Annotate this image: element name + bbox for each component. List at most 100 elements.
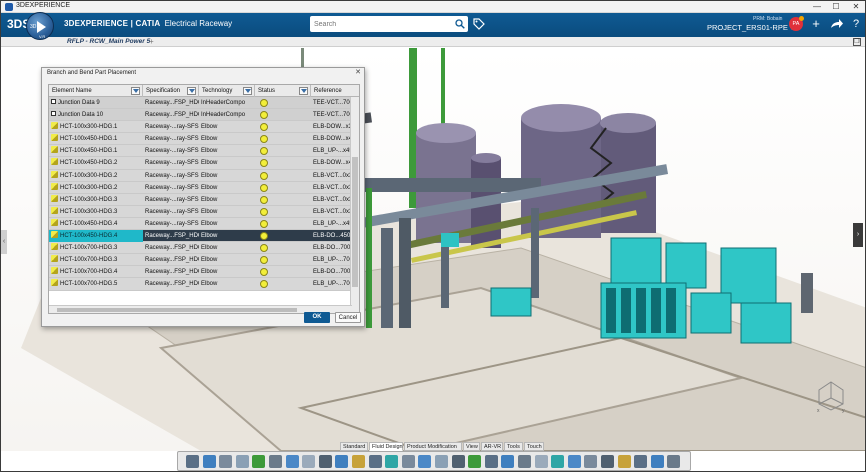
- help-icon[interactable]: ?: [848, 16, 864, 32]
- action-tab[interactable]: Standard: [340, 442, 368, 451]
- share-icon[interactable]: [828, 16, 844, 32]
- project-selector[interactable]: PROJECT_ERS01-RPE ▾: [707, 23, 794, 32]
- add-icon[interactable]: +: [808, 16, 824, 32]
- table-row[interactable]: HCT-100x450-HDG.1 Raceway-...ray-SFSP Elbo…: [49, 145, 351, 158]
- filter-icon[interactable]: [131, 87, 140, 95]
- action-tool-icon[interactable]: [484, 455, 498, 468]
- action-tool-icon[interactable]: [252, 455, 266, 468]
- status-cell: [255, 206, 311, 218]
- action-tool-icon[interactable]: [468, 455, 482, 468]
- table-row[interactable]: HCT-100x700-HDG.3 Raceway...FSP_HDG Elbow E…: [49, 254, 351, 267]
- action-tool-icon[interactable]: [518, 455, 531, 468]
- search-icon[interactable]: [455, 19, 465, 29]
- action-tool-icon[interactable]: [335, 455, 349, 468]
- action-tool-icon[interactable]: [235, 455, 249, 468]
- table-row[interactable]: HCT-100x450-HDG.4 Raceway...FSP_HDG Elbow E…: [49, 230, 351, 243]
- action-tool-icon[interactable]: [186, 455, 199, 468]
- action-tool-icon[interactable]: [435, 455, 448, 468]
- action-tool-icon[interactable]: [584, 455, 598, 468]
- technology-cell: Elbow: [201, 281, 218, 288]
- table-row[interactable]: HCT-100x700-HDG.5 Raceway...FSP_HDG Elbow E…: [49, 278, 351, 291]
- right-panel-toggle-icon[interactable]: ›: [853, 223, 863, 247]
- column-header-specification[interactable]: Specification: [143, 85, 199, 97]
- action-tab[interactable]: Fluid Design: [369, 442, 403, 451]
- scroll-thumb[interactable]: [352, 157, 358, 287]
- tag-icon[interactable]: [473, 18, 485, 30]
- element-name-cell: HCT-100x300-HDG.2: [49, 182, 143, 194]
- specification-cell: Raceway-...ray-SFSP: [145, 172, 199, 179]
- action-tool-icon[interactable]: [451, 455, 465, 468]
- status-indicator-icon: [260, 268, 268, 277]
- filter-icon[interactable]: [243, 87, 252, 95]
- reference-cell: ELB_UP-...x450: [313, 220, 351, 227]
- ok-button[interactable]: OK: [304, 312, 330, 323]
- column-header-status[interactable]: Status: [255, 85, 311, 97]
- action-tool-icon[interactable]: [650, 455, 664, 468]
- table-row[interactable]: HCT-100x450-HDG.4 Raceway-...ray-SFSP Elbo…: [49, 217, 351, 231]
- status-cell: [255, 121, 311, 133]
- table-header: Element Name Specification Technology St…: [49, 85, 359, 97]
- specification-cell: Raceway-...ray-SFSP: [145, 196, 199, 203]
- table-row[interactable]: HCT-100x450-HDG.2 Raceway-...ray-SFSP Elbo…: [49, 157, 351, 170]
- table-row[interactable]: HCT-100x300-HDG.3 Raceway-...ray-SFSP Elbo…: [49, 193, 351, 206]
- maximize-button[interactable]: ☐: [826, 1, 846, 13]
- action-tool-icon[interactable]: [501, 455, 515, 468]
- action-tool-icon[interactable]: [634, 455, 648, 468]
- action-tool-icon[interactable]: [385, 455, 399, 468]
- action-tab[interactable]: Touch: [524, 442, 544, 451]
- action-tool-icon[interactable]: [219, 455, 233, 468]
- table-row[interactable]: Junction Data 10 Raceway...FSP_HDG InHeade…: [49, 109, 351, 122]
- dialog-close-button[interactable]: ✕: [355, 68, 361, 76]
- action-tool-icon[interactable]: [667, 455, 681, 468]
- action-tab[interactable]: AR-VR: [481, 442, 503, 451]
- action-tool-icon[interactable]: [567, 455, 581, 468]
- table-row[interactable]: HCT-100x300-HDG.2 Raceway-...ray-SFSP Elbo…: [49, 169, 351, 182]
- action-tool-icon[interactable]: [318, 455, 332, 468]
- column-header-technology[interactable]: Technology: [199, 85, 255, 97]
- table-row[interactable]: HCT-100x300-HDG.1 Raceway-...ray-SFSP Elbo…: [49, 121, 351, 134]
- column-header-reference[interactable]: Reference: [311, 85, 359, 97]
- minimize-button[interactable]: —: [807, 1, 827, 13]
- action-tool-icon[interactable]: [352, 455, 365, 468]
- table-row[interactable]: HCT-100x300-HDG.2 Raceway-...ray-SFSP Elbo…: [49, 181, 351, 194]
- action-tab[interactable]: Product Modification: [404, 442, 462, 451]
- action-tool-icon[interactable]: [302, 455, 316, 468]
- action-tool-icon[interactable]: [368, 455, 382, 468]
- table-row[interactable]: HCT-100x700-HDG.4 Raceway...FSP_HDG Elbow E…: [49, 266, 351, 279]
- cancel-button[interactable]: Cancel: [335, 312, 361, 323]
- search-input[interactable]: [314, 18, 444, 30]
- add-tab-button[interactable]: +: [149, 37, 154, 47]
- left-panel-toggle-icon[interactable]: ‹: [1, 230, 7, 254]
- compass-icon[interactable]: 3D V.R: [26, 12, 54, 40]
- brand-name: 3DEXPERIENCE | CATIA: [64, 19, 161, 28]
- vertical-scrollbar[interactable]: [350, 97, 359, 313]
- notification-badge: [799, 16, 804, 21]
- scroll-thumb[interactable]: [57, 308, 297, 312]
- tab-rflp[interactable]: RFLP - RCW_Main Power 5: [67, 37, 150, 47]
- action-tool-icon[interactable]: [551, 455, 565, 468]
- elbow-icon: [51, 255, 58, 263]
- restore-icon[interactable]: ❐: [853, 38, 861, 46]
- action-tool-icon[interactable]: [202, 455, 216, 468]
- action-tool-icon[interactable]: [401, 455, 415, 468]
- column-header-element-name[interactable]: Element Name: [49, 85, 143, 97]
- filter-icon[interactable]: [187, 87, 196, 95]
- table-row[interactable]: HCT-100x300-HDG.3 Raceway-...ray-SFSP Elbo…: [49, 205, 351, 218]
- action-tool-icon[interactable]: [601, 455, 614, 468]
- action-tool-icon[interactable]: [285, 455, 299, 468]
- action-tab[interactable]: Tools: [504, 442, 523, 451]
- status-cell: [255, 242, 311, 254]
- table-row[interactable]: Junction Data 9 Raceway...FSP_HDG InHeader…: [49, 97, 351, 110]
- filter-icon[interactable]: [299, 87, 308, 95]
- table-row[interactable]: HCT-100x450-HDG.1 Raceway-...ray-SFSP Elbo…: [49, 133, 351, 146]
- search-box[interactable]: [310, 16, 468, 32]
- close-window-button[interactable]: ✕: [846, 1, 865, 13]
- action-tool-icon[interactable]: [534, 455, 548, 468]
- action-tool-icon[interactable]: [418, 455, 432, 468]
- view-compass-icon[interactable]: x y: [813, 378, 849, 414]
- action-tab[interactable]: View: [463, 442, 480, 451]
- action-tool-icon[interactable]: [617, 455, 631, 468]
- branch-bend-placement-dialog: Branch and Bend Part Placement ✕ Element…: [41, 67, 365, 327]
- action-tool-icon[interactable]: [269, 455, 282, 468]
- table-row[interactable]: HCT-100x700-HDG.3 Raceway...FSP_HDG Elbow E…: [49, 242, 351, 255]
